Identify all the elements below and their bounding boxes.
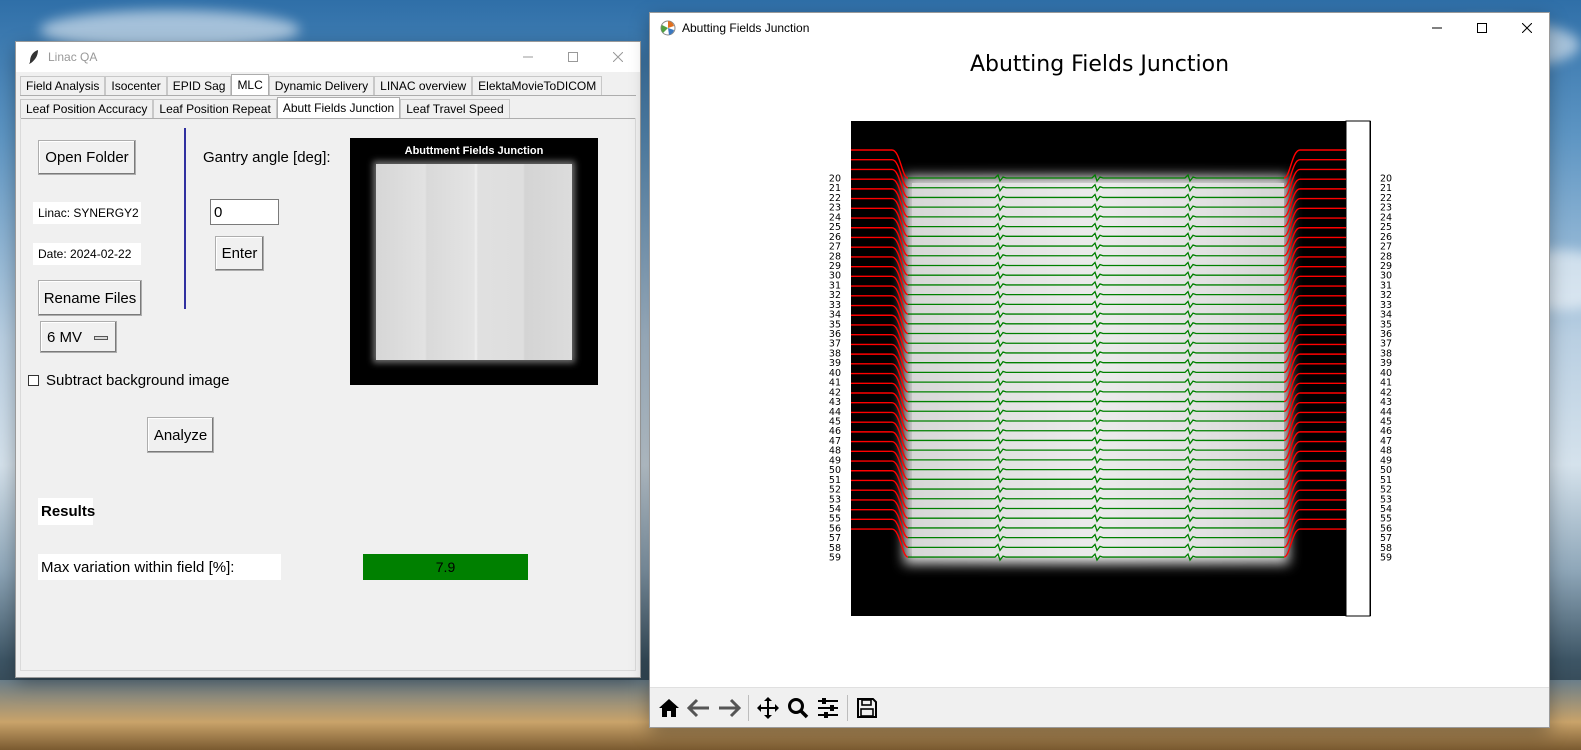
- close-button[interactable]: [1504, 13, 1549, 43]
- leaf-label: 59: [1380, 553, 1392, 564]
- feather-icon: [26, 49, 42, 65]
- window-title: Linac QA: [48, 50, 98, 64]
- axes-right-margin: [1345, 120, 1371, 617]
- tab-mlc[interactable]: MLC: [231, 74, 269, 96]
- enter-button[interactable]: Enter: [215, 236, 264, 271]
- tab-isocenter[interactable]: Isocenter: [105, 76, 167, 96]
- thumbnail-title: Abuttment Fields Junction: [404, 145, 544, 157]
- abutting-fields-window: Abutting Fields Junction Abutting Fields…: [650, 13, 1549, 727]
- pan-icon[interactable]: [753, 693, 783, 723]
- matplotlib-icon: [660, 20, 676, 36]
- analyze-button[interactable]: Analyze: [147, 417, 214, 453]
- maximize-button[interactable]: [1459, 13, 1504, 43]
- window-title: Abutting Fields Junction: [682, 21, 810, 35]
- subtab-leaf-travel-speed[interactable]: Leaf Travel Speed: [400, 99, 510, 119]
- save-icon[interactable]: [852, 693, 882, 723]
- energy-dropdown[interactable]: 6 MV: [40, 321, 117, 353]
- subtab-leaf-position-accuracy[interactable]: Leaf Position Accuracy: [20, 99, 154, 119]
- minimize-button[interactable]: [1414, 13, 1459, 43]
- junction-thumbnail: Abuttment Fields Junction: [350, 138, 598, 385]
- open-folder-button[interactable]: Open Folder: [38, 140, 136, 175]
- tab-elekta-movie-to-dicom[interactable]: ElektaMovieToDICOM: [472, 76, 603, 96]
- mlc-subtabs: Leaf Position Accuracy Leaf Position Rep…: [20, 97, 510, 119]
- titlebar: Linac QA: [16, 42, 640, 72]
- subtract-background-label: Subtract background image: [46, 372, 230, 389]
- vertical-separator: [184, 128, 186, 309]
- subtab-leaf-position-repeat[interactable]: Leaf Position Repeat: [153, 99, 277, 119]
- linac-qa-window: Linac QA Field Analysis Isocenter EPID S…: [16, 42, 640, 677]
- titlebar: Abutting Fields Junction: [650, 13, 1549, 43]
- thumbnail-field: [376, 164, 572, 360]
- leaf-label: 59: [829, 553, 841, 564]
- max-variation-label: Max variation within field [%]:: [38, 554, 281, 580]
- zoom-icon[interactable]: [783, 693, 813, 723]
- max-variation-value: 7.9: [363, 554, 528, 580]
- tab-linac-overview[interactable]: LINAC overview: [374, 76, 473, 96]
- subtab-abutt-fields-junction[interactable]: Abutt Fields Junction: [276, 97, 401, 119]
- energy-value: 6 MV: [47, 328, 83, 346]
- gantry-angle-input[interactable]: 0: [210, 199, 279, 225]
- close-button[interactable]: [595, 42, 640, 72]
- leaf-labels-right: 2021222324252627282930313233343536373839…: [1380, 174, 1392, 564]
- gantry-angle-label: Gantry angle [deg]:: [203, 149, 331, 166]
- main-tabs: Field Analysis Isocenter EPID Sag MLC Dy…: [20, 74, 603, 96]
- rename-files-button[interactable]: Rename Files: [38, 280, 142, 316]
- tab-dynamic-delivery[interactable]: Dynamic Delivery: [268, 76, 375, 96]
- configure-icon[interactable]: [813, 693, 843, 723]
- tab-field-analysis[interactable]: Field Analysis: [20, 76, 106, 96]
- results-heading: Results: [38, 498, 95, 525]
- forward-icon[interactable]: [714, 693, 744, 723]
- back-icon[interactable]: [684, 693, 714, 723]
- leaf-labels-left: 2021222324252627282930313233343536373839…: [829, 174, 841, 564]
- minimize-button[interactable]: [505, 42, 550, 72]
- home-icon[interactable]: [654, 693, 684, 723]
- linac-label: Linac: SYNERGY2: [33, 202, 141, 224]
- junction-plot: 2021222324252627282930313233343536373839…: [829, 120, 1392, 617]
- subtract-background-checkbox[interactable]: [28, 375, 39, 386]
- maximize-button[interactable]: [550, 42, 595, 72]
- navigation-toolbar: [650, 687, 1549, 727]
- tab-epid-sag[interactable]: EPID Sag: [166, 76, 232, 96]
- date-label: Date: 2024-02-22: [33, 243, 141, 265]
- dropdown-indicator-icon: [94, 336, 108, 340]
- figure-canvas[interactable]: Abutting Fields Junction 20 21 22 23 24 25 26 2…: [650, 43, 1549, 687]
